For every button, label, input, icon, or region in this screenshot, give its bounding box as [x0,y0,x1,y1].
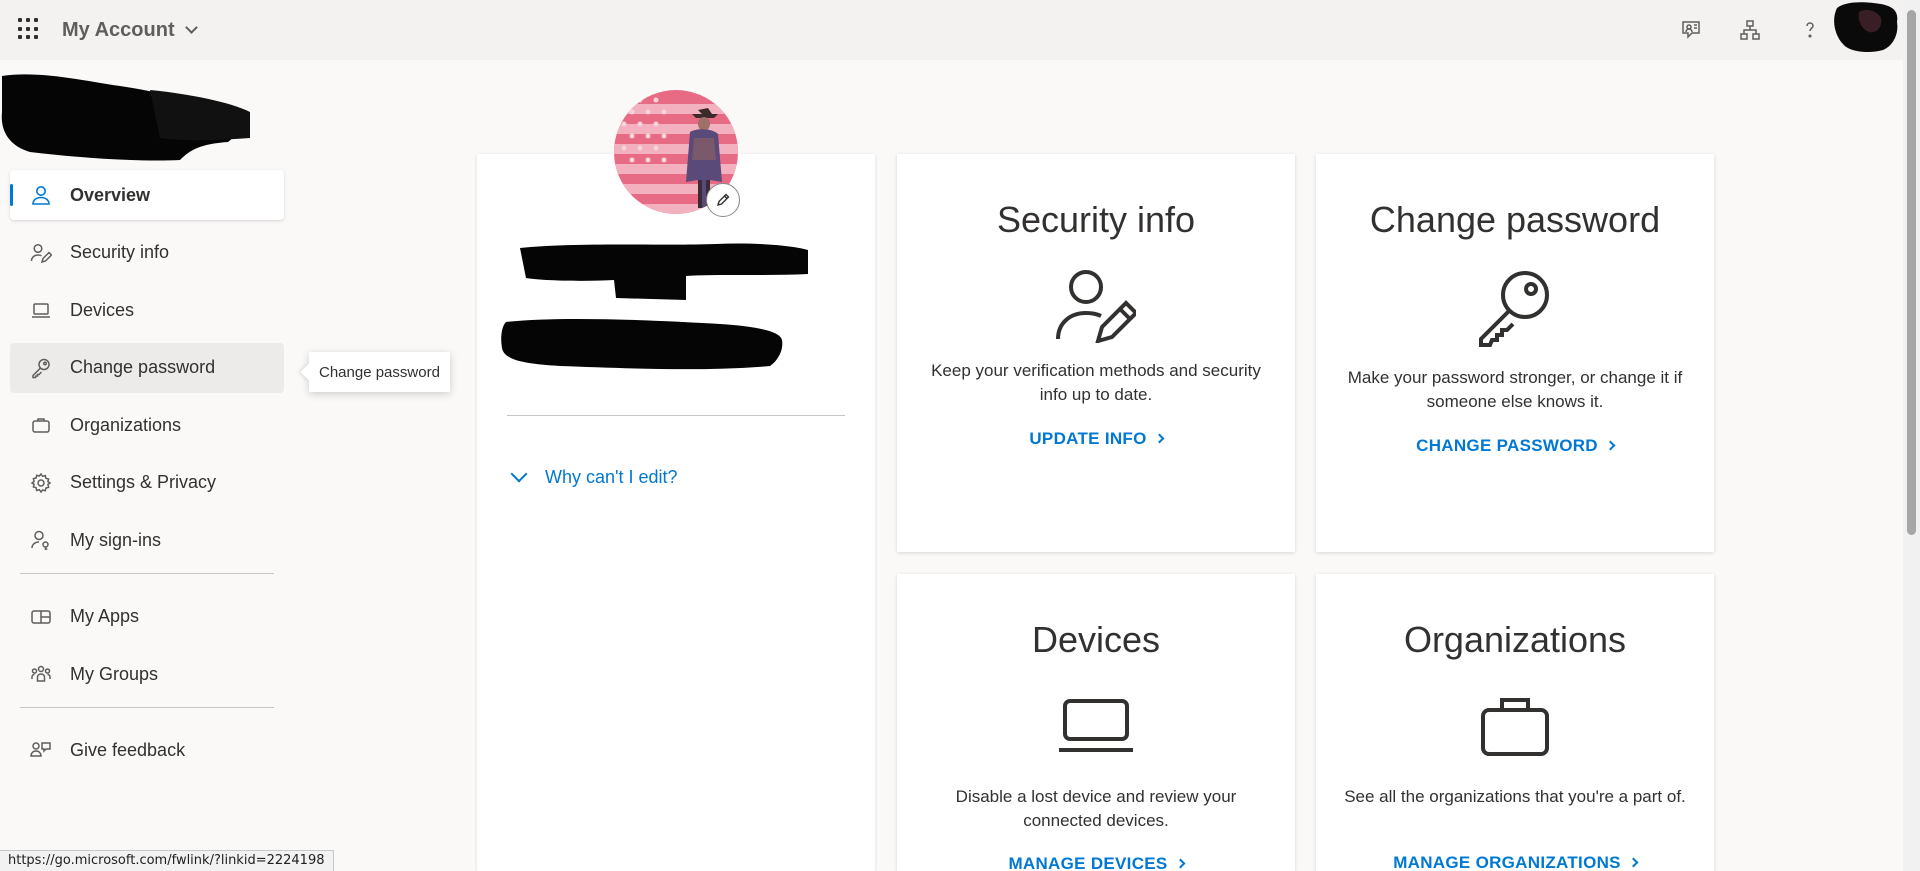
person-edit-icon [1056,267,1139,348]
profile-divider [507,415,845,416]
edit-photo-button[interactable] [706,183,740,217]
apps-icon [30,606,52,628]
sidebar-item-my-sign-ins[interactable]: My sign-ins [10,515,284,565]
sidebar-nav: Overview Security info Devices Change pa… [10,170,284,783]
gear-icon [30,472,52,494]
person-key-icon [30,529,52,551]
tile-change-password: Change password Make your password stron… [1316,154,1714,552]
status-bar-url: https://go.microsoft.com/fwlink/?linkid=… [0,850,334,871]
manage-organizations-link[interactable]: MANAGE ORGANIZATIONS [1316,853,1714,871]
manage-devices-link[interactable]: MANAGE DEVICES [897,854,1295,871]
tile-devices: Devices Disable a lost device and review… [897,574,1295,871]
redacted-email [500,316,788,377]
top-bar: My Account [0,0,1903,60]
update-info-link[interactable]: UPDATE INFO [897,429,1295,449]
tile-organizations: Organizations See all the organizations … [1316,574,1714,871]
key-icon [1475,267,1555,352]
app-launcher-icon[interactable] [18,18,40,40]
people-team-icon [30,663,52,685]
chevron-down-icon [510,465,528,482]
chevron-right-icon [1605,440,1616,451]
tile-description: See all the organizations that you're a … [1344,787,1686,806]
sidebar-item-label: My Groups [70,663,159,684]
sidebar-item-label: Settings & Privacy [70,472,217,492]
chevron-right-icon [1628,857,1639,868]
tile-description: Make your password stronger, or change i… [1347,368,1683,411]
sidebar-item-my-apps[interactable]: My Apps [10,592,284,642]
tile-description: Disable a lost device and review your co… [955,787,1237,830]
chevron-right-icon [1175,858,1185,869]
why-cant-i-edit-label: Why can't I edit? [545,467,678,487]
briefcase-icon [1480,694,1550,763]
sidebar-item-label: My Apps [70,606,140,626]
vertical-scrollbar[interactable] [1903,0,1920,871]
tile-security-info: Security info Keep your verification met… [897,154,1295,552]
sidebar-item-label: My sign-ins [70,529,162,550]
pencil-icon [716,193,730,207]
why-cant-i-edit-toggle[interactable]: Why can't I edit? [510,465,678,488]
sidebar-item-label: Security info [70,242,170,262]
link-label: UPDATE INFO [1029,429,1147,448]
feedback-icon[interactable] [1675,14,1707,46]
link-label: CHANGE PASSWORD [1416,436,1598,455]
person-edit-icon [30,242,52,264]
sidebar-item-overview[interactable]: Overview [10,170,284,220]
sidebar-item-label: Give feedback [70,740,186,760]
scrollbar-thumb[interactable] [1907,10,1916,535]
app-title: My Account [62,19,175,41]
laptop-icon [30,299,52,321]
sidebar-item-organizations[interactable]: Organizations [10,400,284,450]
sidebar-item-give-feedback[interactable]: Give feedback [10,726,284,776]
sidebar-item-my-groups[interactable]: My Groups [10,649,284,699]
tooltip-text: Change password [319,363,440,381]
key-icon [30,357,52,379]
sidebar-item-label: Overview [70,184,151,205]
sidebar-item-change-password[interactable]: Change password [10,342,284,393]
person-icon [30,184,52,206]
organization-chart-icon[interactable] [1734,14,1766,46]
change-password-link[interactable]: CHANGE PASSWORD [1316,436,1714,456]
sidebar-item-security-info[interactable]: Security info [10,228,284,278]
sidebar-item-label: Change password [70,357,216,377]
app-title-menu[interactable]: My Account [62,19,198,42]
link-label: MANAGE ORGANIZATIONS [1393,853,1621,871]
sidebar-divider [20,706,274,708]
laptop-icon [1057,699,1135,758]
tile-title: Organizations [1403,619,1627,660]
tile-description: Keep your verification methods and secur… [931,361,1261,404]
redacted-display-name [516,240,812,307]
chevron-right-icon [1154,433,1165,444]
chevron-down-icon [184,21,198,34]
sidebar-item-label: Devices [70,299,135,320]
sidebar-item-settings-privacy[interactable]: Settings & Privacy [10,458,284,508]
user-avatar[interactable] [1829,0,1901,53]
tile-title: Change password [1369,199,1661,240]
redacted-user-name [0,72,285,162]
tooltip: Change password [309,352,450,392]
help-icon[interactable] [1794,14,1826,46]
sidebar-item-devices[interactable]: Devices [10,285,284,335]
briefcase-icon [30,414,52,436]
sidebar-divider [20,572,274,574]
link-label: MANAGE DEVICES [1008,854,1168,871]
feedback-icon [30,740,52,762]
tile-title: Devices [1031,619,1161,660]
tile-title: Security info [996,199,1196,240]
sidebar-item-label: Organizations [70,414,182,435]
